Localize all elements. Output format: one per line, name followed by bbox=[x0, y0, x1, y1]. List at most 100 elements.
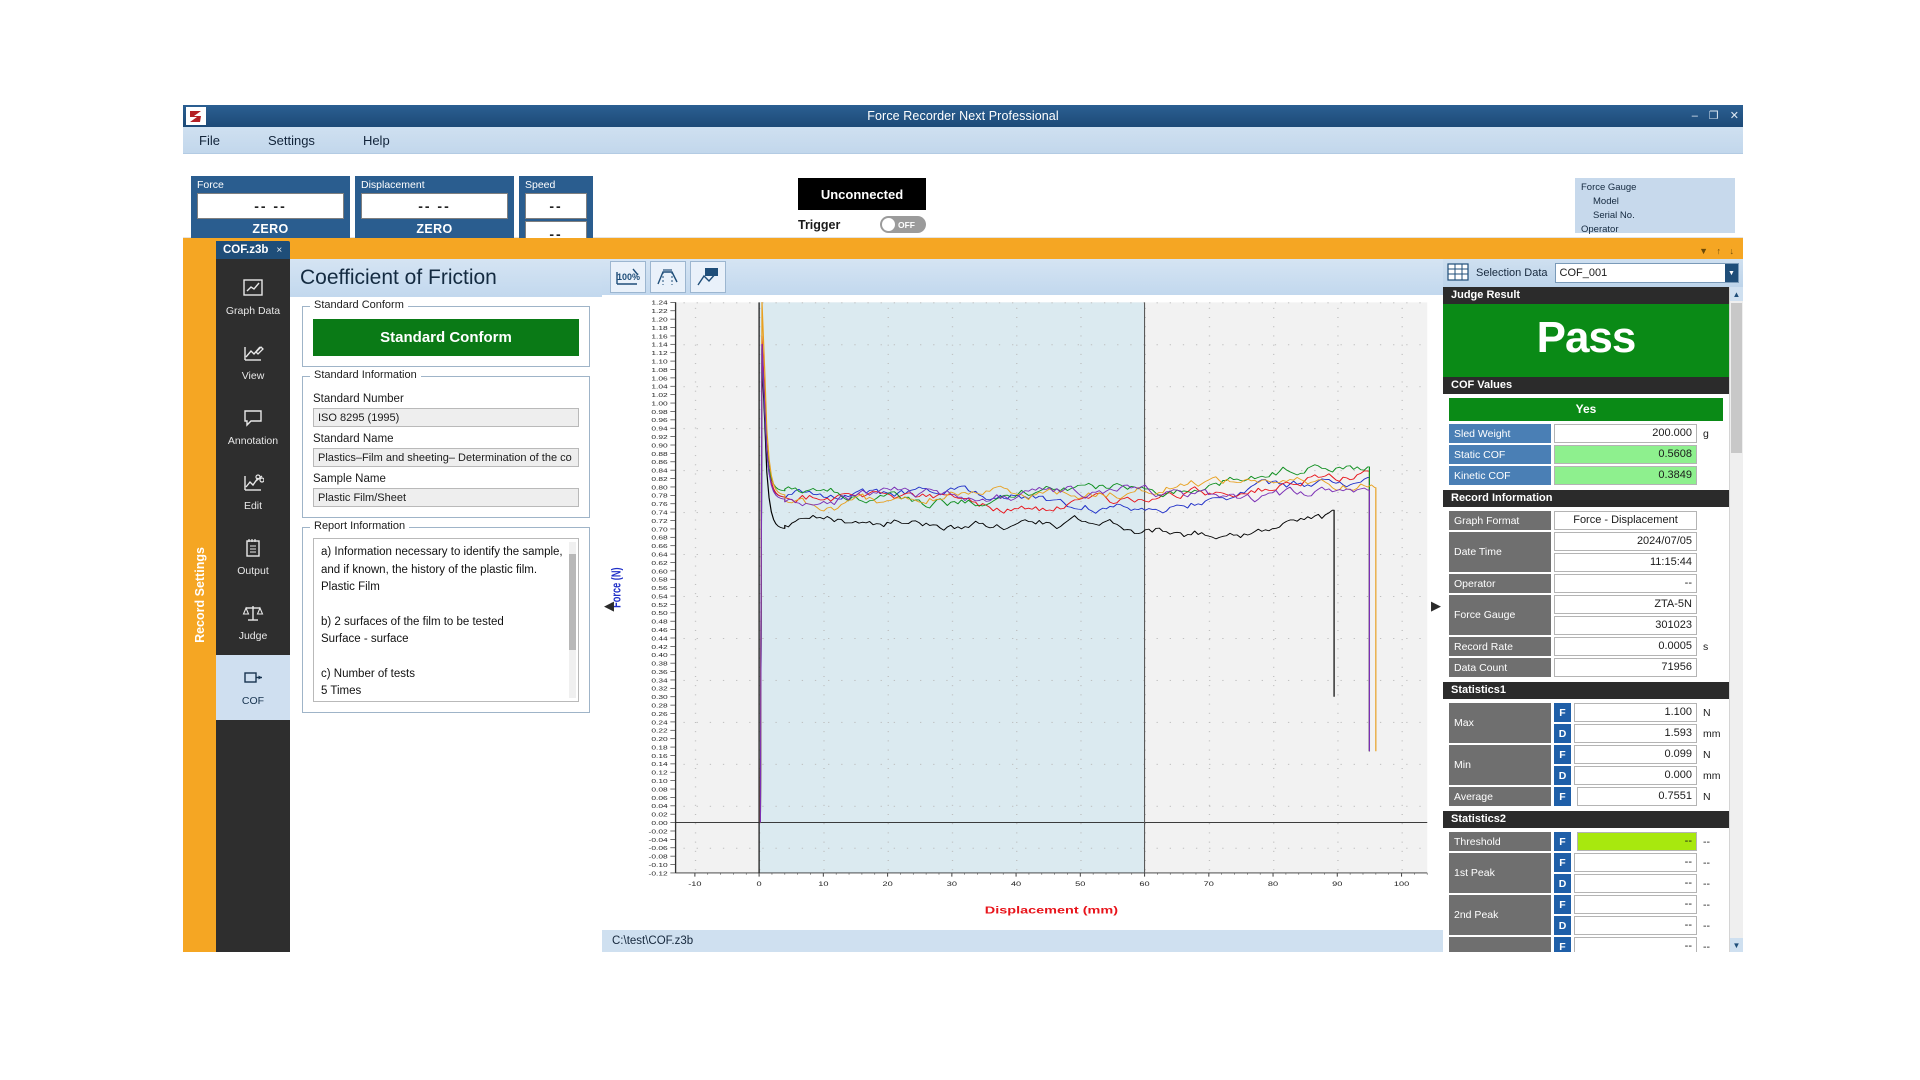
scroll-down-icon[interactable]: ▼ bbox=[1730, 938, 1743, 952]
report-information-textarea[interactable]: a) Information necessary to identify the… bbox=[313, 538, 579, 702]
speed-caption: Speed bbox=[521, 178, 591, 193]
record-rate-value: 0.0005 bbox=[1554, 637, 1697, 656]
sled-weight-value[interactable]: 200.000 bbox=[1554, 424, 1697, 443]
chart-toolbar: 100% bbox=[602, 259, 1443, 295]
min-disp-unit: mm bbox=[1700, 766, 1723, 785]
menu-item-file[interactable]: File bbox=[199, 133, 220, 148]
svg-text:0.78: 0.78 bbox=[651, 492, 667, 499]
svg-text:0.02: 0.02 bbox=[651, 811, 667, 818]
sidebar-item-output[interactable]: Output bbox=[216, 525, 290, 590]
measure-width-icon[interactable] bbox=[650, 261, 686, 293]
data-count-label: Data Count bbox=[1449, 658, 1551, 677]
scroll-up-icon[interactable]: ▲ bbox=[1730, 287, 1743, 301]
standard-conform-button[interactable]: Standard Conform bbox=[313, 319, 579, 356]
statistics1-header: Statistics1 bbox=[1443, 682, 1729, 699]
tab-label: COF.z3b bbox=[223, 244, 268, 256]
sidebar-item-cof[interactable]: COF bbox=[216, 655, 290, 720]
tab-cof-z3b[interactable]: COF.z3b × bbox=[213, 241, 290, 259]
menu-item-settings[interactable]: Settings bbox=[268, 133, 315, 148]
force-displacement-chart[interactable]: 1.241.221.201.181.161.141.121.101.081.06… bbox=[602, 295, 1443, 930]
force-gauge-label: Force Gauge bbox=[1449, 595, 1551, 635]
standard-name-field[interactable]: Plastics–Film and sheeting– Determinatio… bbox=[313, 448, 579, 467]
sidebar-item-label: COF bbox=[242, 695, 264, 707]
first-peak-force-unit: -- bbox=[1700, 853, 1723, 872]
cof-sled-icon bbox=[242, 668, 264, 691]
svg-text:90: 90 bbox=[1332, 880, 1343, 887]
mark-point-on-label: Mark Point ON bbox=[1449, 937, 1551, 952]
report-information-legend: Report Information bbox=[310, 520, 409, 532]
sidebar-item-label: Output bbox=[237, 565, 269, 577]
table-row: Static COF 0.5608 bbox=[1449, 445, 1723, 464]
sidebar-item-label: Annotation bbox=[228, 435, 278, 447]
graph-format-label: Graph Format bbox=[1449, 511, 1551, 530]
svg-text:-0.06: -0.06 bbox=[649, 844, 668, 851]
svg-text:0.82: 0.82 bbox=[651, 475, 667, 482]
cof-settings-pane: Coefficient of Friction Standard Conform… bbox=[290, 259, 602, 952]
table-row: Date Time 2024/07/05 11:15:44 bbox=[1449, 532, 1723, 572]
sidebar-item-edit[interactable]: Edit bbox=[216, 460, 290, 525]
record-settings-rail[interactable]: Record Settings bbox=[183, 238, 216, 952]
displacement-zero-button[interactable]: ZERO bbox=[357, 219, 512, 240]
zoom-100-icon[interactable]: 100% bbox=[610, 261, 646, 293]
svg-text:0.42: 0.42 bbox=[651, 643, 667, 650]
standard-name-label: Standard Name bbox=[313, 433, 579, 445]
view-pencil-icon bbox=[242, 343, 264, 366]
tab-close-icon[interactable]: × bbox=[276, 245, 282, 256]
panel-body: Graph Data View Annotation bbox=[216, 259, 1743, 952]
collapse-right-icon[interactable]: ▶ bbox=[1431, 598, 1441, 614]
selection-data-combobox[interactable]: COF_001 ▼ bbox=[1555, 263, 1739, 283]
mark-on-force-unit: -- bbox=[1700, 937, 1723, 952]
sample-name-field[interactable]: Plastic Film/Sheet bbox=[313, 488, 579, 507]
svg-text:0.06: 0.06 bbox=[651, 794, 667, 801]
workspace: COF.z3b × ▼ ↑ ↓ Record Settings Graph Da… bbox=[183, 238, 1743, 952]
sidebar-item-annotation[interactable]: Annotation bbox=[216, 395, 290, 460]
sidebar-item-label: View bbox=[242, 370, 265, 382]
svg-text:0.20: 0.20 bbox=[651, 735, 667, 742]
svg-text:-0.12: -0.12 bbox=[649, 870, 668, 877]
trigger-toggle[interactable]: OFF bbox=[880, 216, 926, 233]
svg-text:1.20: 1.20 bbox=[651, 316, 667, 323]
chevron-down-icon[interactable]: ▼ bbox=[1725, 264, 1738, 282]
standard-number-field[interactable]: ISO 8295 (1995) bbox=[313, 408, 579, 427]
table-grid-icon[interactable] bbox=[1447, 263, 1469, 284]
tab-strip-controls[interactable]: ▼ ↑ ↓ bbox=[1699, 246, 1737, 256]
table-row: Operator -- bbox=[1449, 574, 1723, 593]
operator-label: Operator bbox=[1449, 574, 1551, 593]
sidebar-item-judge[interactable]: Judge bbox=[216, 590, 290, 655]
svg-text:1.04: 1.04 bbox=[651, 383, 667, 390]
static-cof-unit bbox=[1700, 445, 1723, 464]
standard-conform-legend: Standard Conform bbox=[310, 299, 408, 311]
report-scroll-thumb[interactable] bbox=[569, 554, 576, 650]
force-gauge-serial: 301023 bbox=[1554, 616, 1697, 635]
average-force-tag: F bbox=[1554, 787, 1571, 806]
min-force-tag: F bbox=[1554, 745, 1571, 764]
svg-text:-0.10: -0.10 bbox=[649, 861, 668, 868]
svg-text:0.70: 0.70 bbox=[651, 526, 667, 533]
sidebar-item-graph-data[interactable]: Graph Data bbox=[216, 265, 290, 330]
svg-text:0.54: 0.54 bbox=[651, 593, 667, 600]
report-scrollbar[interactable] bbox=[569, 542, 576, 698]
menu-item-help[interactable]: Help bbox=[363, 133, 390, 148]
scroll-thumb[interactable] bbox=[1731, 303, 1742, 453]
max-force-unit: N bbox=[1700, 703, 1723, 722]
sidebar-item-view[interactable]: View bbox=[216, 330, 290, 395]
annotate-graph-icon[interactable] bbox=[690, 261, 726, 293]
svg-text:0: 0 bbox=[757, 880, 763, 887]
collapse-left-icon[interactable]: ◀ bbox=[604, 598, 614, 614]
first-peak-label: 1st Peak bbox=[1449, 853, 1551, 893]
report-line-blank bbox=[321, 597, 571, 614]
close-button[interactable]: ✕ bbox=[1730, 111, 1739, 122]
results-scrollbar[interactable]: ▲ ▼ bbox=[1729, 287, 1743, 952]
svg-text:0.30: 0.30 bbox=[651, 693, 667, 700]
table-row: 2nd Peak F -- -- D -- -- bbox=[1449, 895, 1723, 935]
standard-conform-group: Standard Conform Standard Conform bbox=[302, 306, 590, 367]
maximize-button[interactable]: ❐ bbox=[1709, 111, 1719, 122]
gauge-serial-label: Serial No. bbox=[1581, 209, 1735, 223]
date-time-values: 2024/07/05 11:15:44 bbox=[1554, 532, 1697, 572]
svg-text:0.92: 0.92 bbox=[651, 433, 667, 440]
chart-plot-area[interactable]: 1.241.221.201.181.161.141.121.101.081.06… bbox=[602, 295, 1443, 930]
selection-data-bar: Selection Data COF_001 ▼ bbox=[1443, 259, 1743, 287]
minimize-button[interactable]: – bbox=[1692, 111, 1698, 122]
force-zero-button[interactable]: ZERO bbox=[193, 219, 348, 240]
dashboard-bar: Force -- -- ZERO Displacement -- -- ZERO… bbox=[183, 154, 1743, 238]
